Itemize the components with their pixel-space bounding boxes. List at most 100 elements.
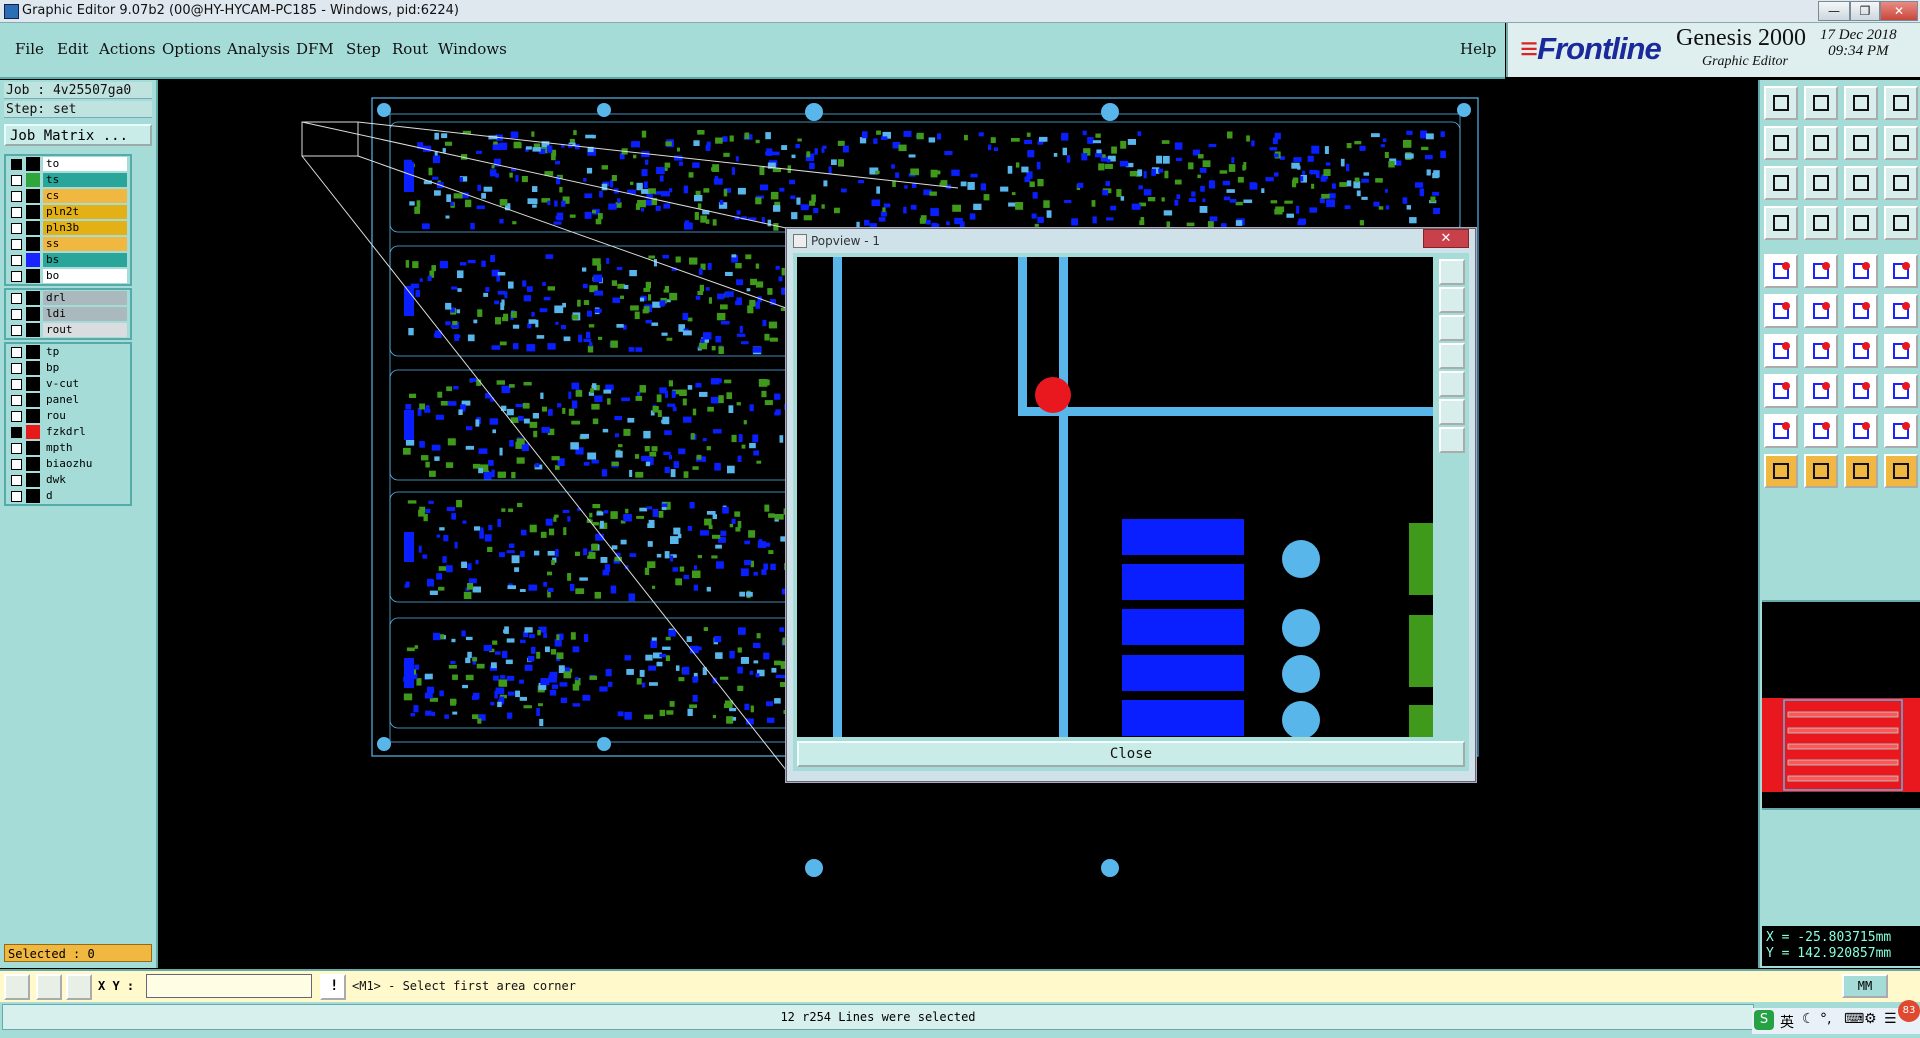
- panelize-tool-button[interactable]: [1884, 206, 1918, 240]
- net-select-tool-button[interactable]: [1844, 454, 1878, 488]
- text-mirror-tool-button[interactable]: [1844, 414, 1878, 448]
- measure-tool-button[interactable]: [1764, 374, 1798, 408]
- layer-row-panel[interactable]: panel: [6, 392, 130, 408]
- step-snap-tool-button[interactable]: [1844, 126, 1878, 160]
- layer-color-swatch[interactable]: [26, 489, 40, 503]
- layer-row-to[interactable]: to: [6, 156, 130, 172]
- layer-row-bp[interactable]: bp: [6, 360, 130, 376]
- undo-list-tool-button[interactable]: [1884, 86, 1918, 120]
- layer-row-pln3b[interactable]: pln3b: [6, 220, 130, 236]
- layer-name[interactable]: panel: [43, 393, 127, 407]
- job-matrix-button[interactable]: Job Matrix ...: [4, 124, 152, 146]
- popview-zoom-in-button[interactable]: [1439, 399, 1465, 425]
- grid-toggle-tool-button[interactable]: [1804, 206, 1838, 240]
- layer-checkbox[interactable]: [11, 175, 22, 186]
- layer-checkbox[interactable]: [11, 379, 22, 390]
- layer-name[interactable]: to: [43, 157, 127, 171]
- filter-features-tool-button[interactable]: [1844, 374, 1878, 408]
- route-select-tool-button[interactable]: [1884, 454, 1918, 488]
- zoom-center-tool-button[interactable]: [1804, 166, 1838, 200]
- zoom-fit-tool-button[interactable]: [1764, 166, 1798, 200]
- layer-row-rou[interactable]: rou: [6, 408, 130, 424]
- copy-connect-tool-button[interactable]: [1884, 374, 1918, 408]
- layer-row-drl[interactable]: drl: [6, 290, 130, 306]
- line-draw-tool-button[interactable]: [1764, 334, 1798, 368]
- touch-select-tool-button[interactable]: [1804, 454, 1838, 488]
- layer-color-swatch[interactable]: [26, 377, 40, 391]
- popview-pan-right-button[interactable]: [1439, 371, 1465, 397]
- layer-color-swatch[interactable]: [26, 323, 40, 337]
- popview-canvas[interactable]: [797, 257, 1433, 739]
- polygon-add-tool-button[interactable]: [1764, 414, 1798, 448]
- layer-name[interactable]: pln2t: [43, 205, 127, 219]
- menu-analysis[interactable]: Analysis: [227, 40, 290, 58]
- popview-pan-left-button[interactable]: [1439, 343, 1465, 369]
- surface-select-tool-button[interactable]: [1884, 294, 1918, 328]
- info-button[interactable]: !: [320, 974, 346, 1000]
- menu-options[interactable]: Options: [162, 40, 221, 58]
- layer-checkbox[interactable]: [11, 309, 22, 320]
- layer-name[interactable]: v-cut: [43, 377, 127, 391]
- layer-row-pln2t[interactable]: pln2t: [6, 204, 130, 220]
- layer-row-rout[interactable]: rout: [6, 322, 130, 338]
- break-tool-button[interactable]: [1804, 374, 1838, 408]
- help-query-tool-button[interactable]: [1884, 166, 1918, 200]
- layer-row-d[interactable]: d: [6, 488, 130, 504]
- grid-mode-button[interactable]: [66, 974, 92, 1000]
- popview-pan-up-button[interactable]: [1439, 287, 1465, 313]
- text-add-tool-button[interactable]: [1804, 414, 1838, 448]
- layer-name[interactable]: rout: [43, 323, 127, 337]
- layer-color-swatch[interactable]: [26, 345, 40, 359]
- ime-toolbar[interactable]: S 英 ☾ °, ⌨ ⚙ ☰ 83: [1752, 1000, 1920, 1034]
- layer-checkbox[interactable]: [11, 207, 22, 218]
- layer-color-swatch[interactable]: [26, 237, 40, 251]
- layer-checkbox[interactable]: [11, 159, 22, 170]
- save-tool-button[interactable]: [1804, 86, 1838, 120]
- layer-color-swatch[interactable]: [26, 205, 40, 219]
- layer-checkbox[interactable]: [11, 395, 22, 406]
- layer-checkbox[interactable]: [11, 325, 22, 336]
- popview-zoom-out-button[interactable]: [1439, 427, 1465, 453]
- layer-row-mpth[interactable]: mpth: [6, 440, 130, 456]
- layer-checkbox[interactable]: [11, 363, 22, 374]
- layer-name[interactable]: bo: [43, 269, 127, 283]
- layer-name[interactable]: biaozhu: [43, 457, 127, 471]
- layer-color-swatch[interactable]: [26, 291, 40, 305]
- fill-toggle-tool-button[interactable]: [1884, 254, 1918, 288]
- text-scale-tool-button[interactable]: [1884, 414, 1918, 448]
- step-prev-tool-button[interactable]: [1764, 126, 1798, 160]
- menu-file[interactable]: File: [15, 40, 44, 58]
- line-add-tool-button[interactable]: [1844, 254, 1878, 288]
- layer-checkbox[interactable]: [11, 411, 22, 422]
- layer-checkbox[interactable]: [11, 271, 22, 282]
- layer-name[interactable]: rou: [43, 409, 127, 423]
- snap-mode-button[interactable]: [4, 974, 30, 1000]
- step-next-tool-button[interactable]: [1804, 126, 1838, 160]
- minimize-button[interactable]: —: [1818, 1, 1850, 21]
- menu-dfm[interactable]: DFM: [296, 40, 334, 58]
- layer-color-swatch[interactable]: [26, 457, 40, 471]
- layer-checkbox[interactable]: [11, 239, 22, 250]
- menu-step[interactable]: Step: [346, 40, 381, 58]
- layer-row-fzkdrl[interactable]: fzkdrl: [6, 424, 130, 440]
- layer-color-swatch[interactable]: [26, 269, 40, 283]
- popview-close-x[interactable]: ✕: [1423, 229, 1469, 248]
- pad-add-tool-button[interactable]: [1804, 254, 1838, 288]
- measure-mode-button[interactable]: [36, 974, 62, 1000]
- open-job-tool-button[interactable]: [1764, 86, 1798, 120]
- menu-rout[interactable]: Rout: [392, 40, 428, 58]
- reset-view-tool-button[interactable]: [1884, 126, 1918, 160]
- close-window-button[interactable]: ✕: [1880, 1, 1918, 21]
- slot-draw-tool-button[interactable]: [1804, 334, 1838, 368]
- layer-row-ss[interactable]: ss: [6, 236, 130, 252]
- layer-name[interactable]: ss: [43, 237, 127, 251]
- layer-name[interactable]: mpth: [43, 441, 127, 455]
- layer-color-swatch[interactable]: [26, 307, 40, 321]
- layer-checkbox[interactable]: [11, 475, 22, 486]
- layer-row-tp[interactable]: tp: [6, 344, 130, 360]
- menu-windows[interactable]: Windows: [438, 40, 507, 58]
- select-net-tool-button[interactable]: [1764, 294, 1798, 328]
- xy-input[interactable]: [146, 974, 312, 998]
- overview-map[interactable]: [1762, 600, 1920, 810]
- ratio-tool-button[interactable]: [1844, 166, 1878, 200]
